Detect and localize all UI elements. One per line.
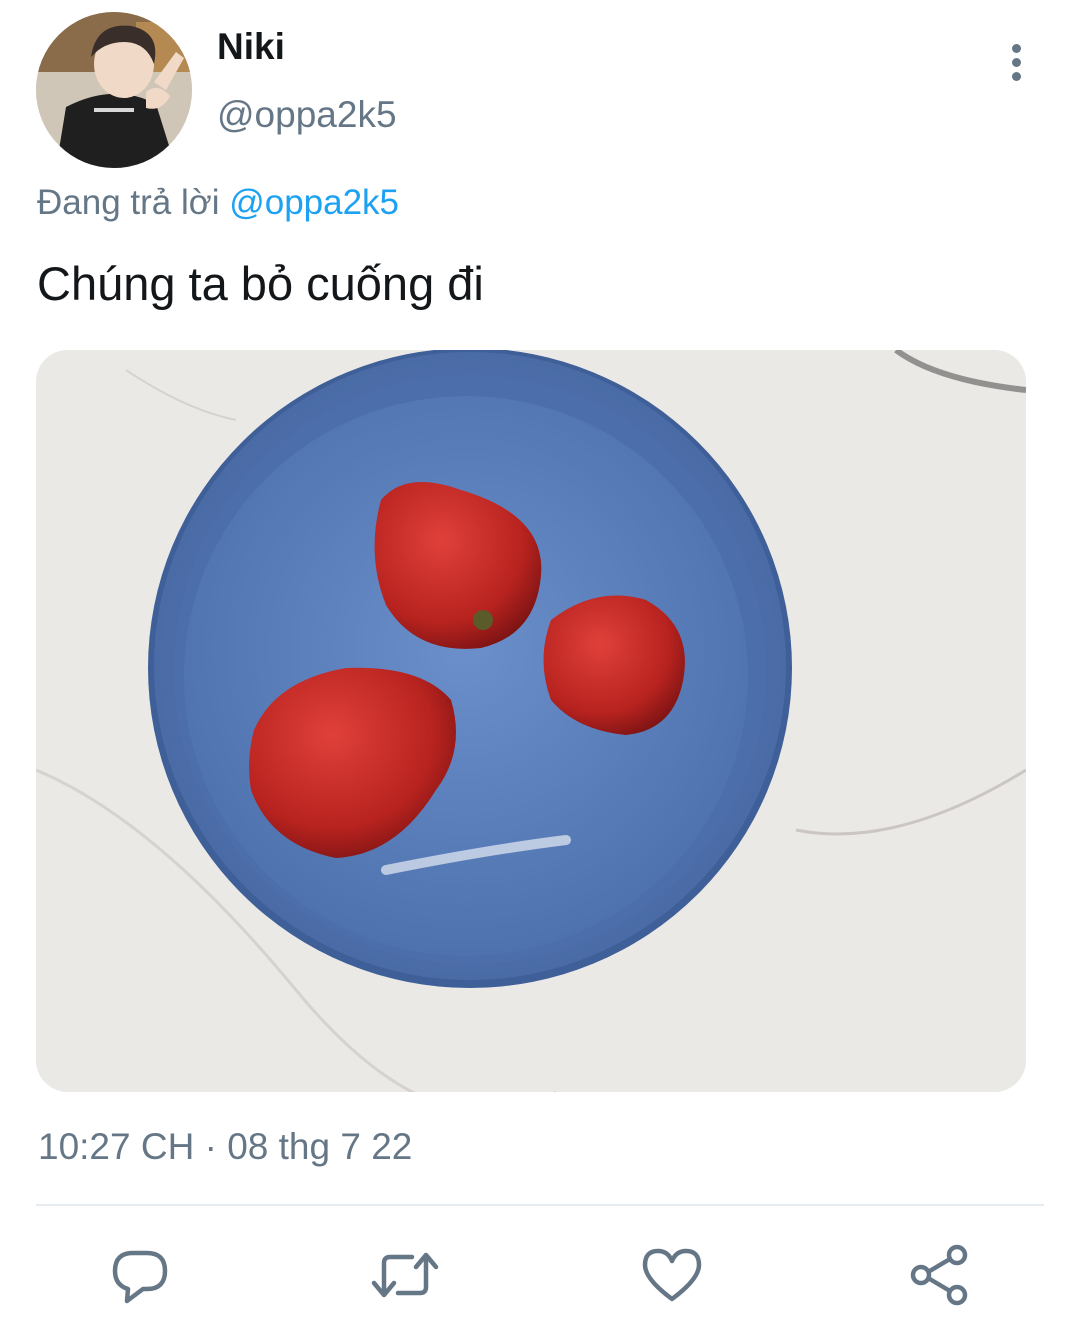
share-icon[interactable] [905, 1240, 975, 1310]
heart-icon[interactable] [637, 1240, 707, 1310]
reply-context: Đang trả lời @oppa2k5 [37, 183, 399, 223]
divider [36, 1204, 1044, 1206]
more-vertical-icon[interactable] [1000, 40, 1034, 86]
tweet-text: Chúng ta bỏ cuống đi [37, 257, 484, 310]
retweet-icon[interactable] [370, 1240, 440, 1310]
reply-prefix: Đang trả lời [37, 183, 220, 222]
tweet-timestamp: 10:27 CH · 08 thg 7 22 [38, 1126, 413, 1167]
reply-mention-link[interactable]: @oppa2k5 [229, 183, 399, 222]
author-handle[interactable]: @oppa2k5 [217, 94, 397, 136]
reply-icon[interactable] [105, 1240, 175, 1310]
author-name[interactable]: Niki [217, 26, 285, 68]
avatar[interactable] [36, 12, 192, 168]
tweet-photo[interactable] [36, 350, 1026, 1092]
